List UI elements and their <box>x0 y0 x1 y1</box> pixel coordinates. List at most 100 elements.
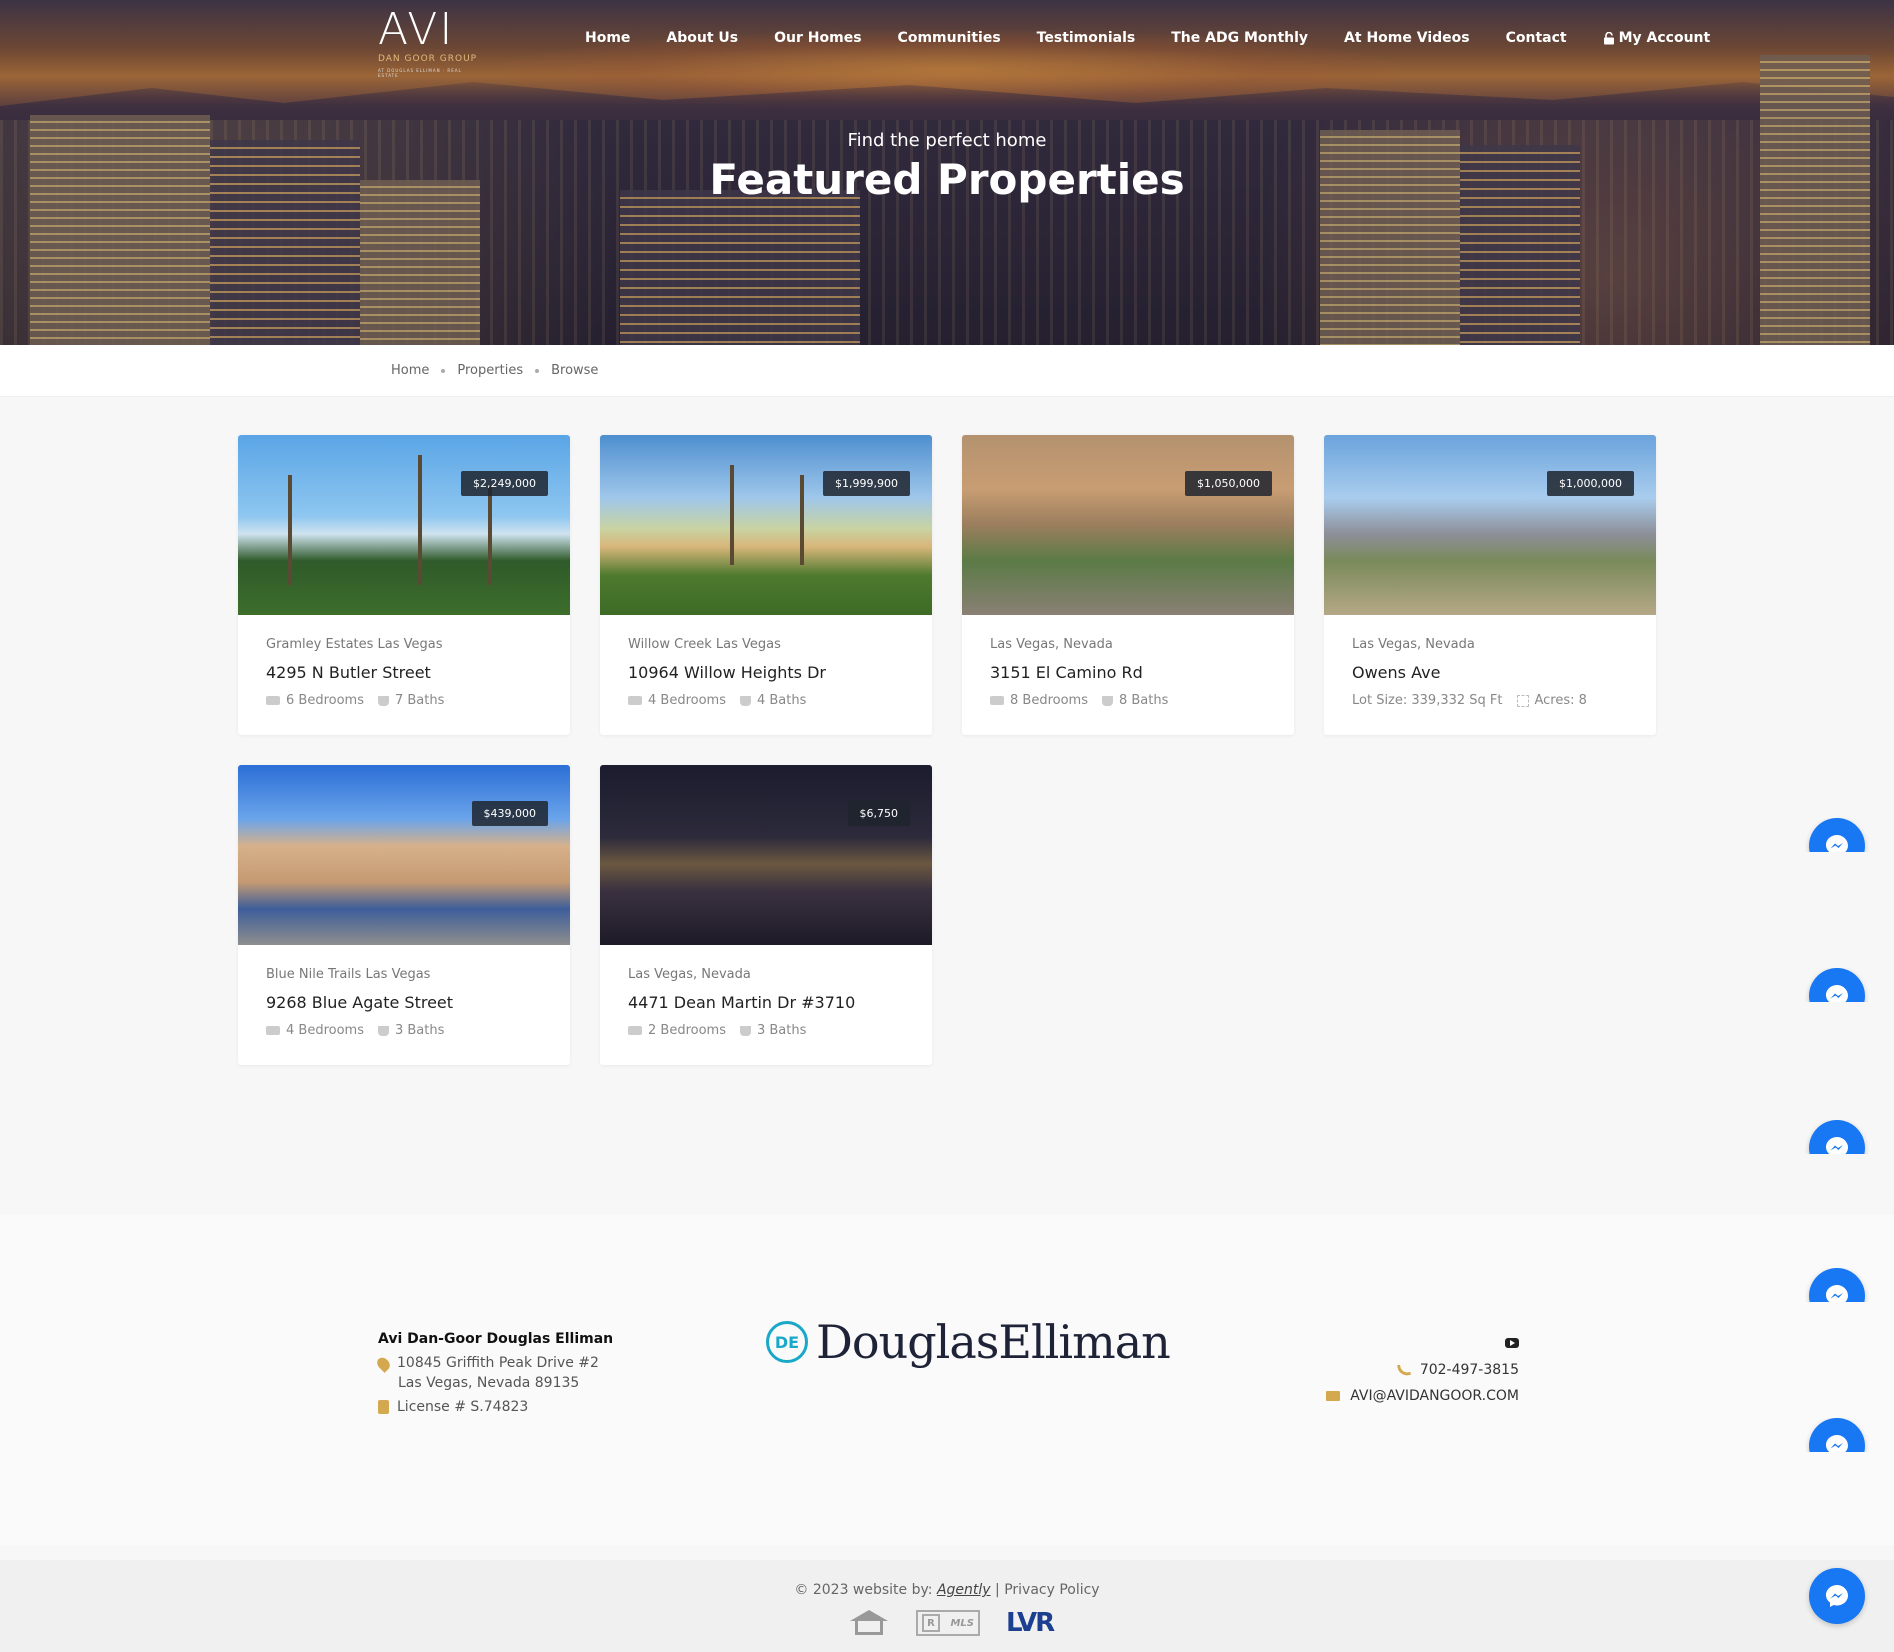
copyright: © 2023 website by: Agently | Privacy Pol… <box>0 1582 1894 1598</box>
property-card[interactable]: $439,000 Blue Nile Trails Las Vegas 9268… <box>238 765 570 1065</box>
property-photo[interactable] <box>962 435 1294 615</box>
price-badge: $1,050,000 <box>1185 471 1272 496</box>
logo-fineprint: AT DOUGLAS ELLIMAN · REAL ESTATE <box>378 68 462 78</box>
property-photo[interactable] <box>600 765 932 945</box>
property-area: Willow Creek Las Vegas <box>628 637 781 652</box>
contact-details: 702-497-3815 AVI@AVIDANGOOR.COM <box>1326 1333 1519 1404</box>
messenger-icon[interactable] <box>1809 1120 1865 1154</box>
property-address[interactable]: 3151 El Camino Rd <box>990 663 1143 682</box>
phone-link[interactable]: 702-497-3815 <box>1326 1362 1519 1378</box>
nav-my-account[interactable]: My Account <box>1603 30 1711 46</box>
messenger-icon[interactable] <box>1809 818 1865 852</box>
breadcrumb-properties[interactable]: Properties <box>457 363 523 378</box>
messenger-icon[interactable] <box>1809 968 1865 1002</box>
messenger-chat-widget[interactable] <box>1805 818 1869 852</box>
property-photo[interactable] <box>238 435 570 615</box>
copyright-separator: | <box>995 1582 1000 1598</box>
bath-icon <box>739 695 751 706</box>
license-number: License # S.74823 <box>397 1399 529 1415</box>
realtor-mark: R <box>922 1614 940 1632</box>
property-specs: 8 Bedrooms 8 Baths <box>990 693 1168 708</box>
privacy-policy-link[interactable]: Privacy Policy <box>1004 1582 1099 1598</box>
nav-home[interactable]: Home <box>585 30 630 46</box>
property-address[interactable]: Owens Ave <box>1352 663 1440 682</box>
messenger-chat-widget[interactable] <box>1805 1120 1869 1154</box>
youtube-icon[interactable] <box>1505 1338 1519 1348</box>
property-photo[interactable] <box>600 435 932 615</box>
property-address[interactable]: 4295 N Butler Street <box>266 663 431 682</box>
property-specs: 6 Bedrooms 7 Baths <box>266 693 444 708</box>
bedrooms-count: 4 Bedrooms <box>286 1023 364 1038</box>
messenger-icon <box>1826 1585 1848 1607</box>
nav-testimonials[interactable]: Testimonials <box>1037 30 1136 46</box>
email-link[interactable]: AVI@AVIDANGOOR.COM <box>1326 1388 1519 1404</box>
property-card[interactable]: $1,999,900 Willow Creek Las Vegas 10964 … <box>600 435 932 735</box>
bed-icon <box>628 1026 642 1035</box>
site-logo[interactable]: AVI DAN GOOR GROUP AT DOUGLAS ELLIMAN · … <box>378 8 478 80</box>
email-address: AVI@AVIDANGOOR.COM <box>1350 1388 1519 1404</box>
office-name: Avi Dan-Goor Douglas Elliman <box>378 1331 614 1347</box>
property-card[interactable]: $1,000,000 Las Vegas, Nevada Owens Ave L… <box>1324 435 1656 735</box>
address-line-2: Las Vegas, Nevada 89135 <box>398 1375 580 1391</box>
logo-mark: AVI <box>378 4 455 55</box>
messenger-chat-widget[interactable] <box>1805 1268 1869 1302</box>
property-card[interactable]: $6,750 Las Vegas, Nevada 4471 Dean Marti… <box>600 765 932 1065</box>
property-card[interactable]: $1,050,000 Las Vegas, Nevada 3151 El Cam… <box>962 435 1294 735</box>
brand-wordmark: DouglasElliman <box>816 1315 1171 1369</box>
office-address[interactable]: 10845 Griffith Peak Drive #2 <box>374 1355 613 1373</box>
property-area: Blue Nile Trails Las Vegas <box>266 967 431 982</box>
price-badge: $1,000,000 <box>1547 471 1634 496</box>
messenger-chat-button[interactable] <box>1809 1568 1865 1624</box>
price-badge: $1,999,900 <box>823 471 910 496</box>
palm-tree <box>488 485 492 585</box>
acres: Acres: 8 <box>1534 693 1587 708</box>
nav-communities[interactable]: Communities <box>898 30 1001 46</box>
messenger-chat-widget[interactable] <box>1805 1418 1869 1452</box>
license-icon <box>378 1400 389 1414</box>
bath-icon <box>377 695 389 706</box>
douglas-elliman-logo[interactable]: DE DouglasElliman <box>766 1315 1171 1369</box>
bed-icon <box>990 696 1004 705</box>
lot-icon <box>1516 694 1529 707</box>
nav-our-homes[interactable]: Our Homes <box>774 30 861 46</box>
lock-icon <box>1603 31 1614 44</box>
property-specs: 4 Bedrooms 4 Baths <box>628 693 806 708</box>
property-specs: 2 Bedrooms 3 Baths <box>628 1023 806 1038</box>
breadcrumb-home[interactable]: Home <box>391 363 429 378</box>
mls-icon: R MLS <box>916 1610 980 1636</box>
bath-icon <box>377 1025 389 1036</box>
price-badge: $439,000 <box>471 801 548 826</box>
property-address[interactable]: 9268 Blue Agate Street <box>266 993 453 1012</box>
bed-icon <box>266 1026 280 1035</box>
de-emblem: DE <box>766 1321 808 1363</box>
breadcrumb: Home Properties Browse <box>0 345 1894 397</box>
baths-count: 7 Baths <box>394 693 445 708</box>
bath-icon <box>739 1025 751 1036</box>
nav-contact[interactable]: Contact <box>1506 30 1567 46</box>
property-area: Las Vegas, Nevada <box>628 967 751 982</box>
baths-count: 4 Baths <box>756 693 807 708</box>
nav-about-us[interactable]: About Us <box>666 30 738 46</box>
my-account-label: My Account <box>1618 30 1711 46</box>
property-address[interactable]: 10964 Willow Heights Dr <box>628 663 826 682</box>
agency-link[interactable]: Agently <box>937 1582 991 1598</box>
property-card[interactable]: $2,249,000 Gramley Estates Las Vegas 429… <box>238 435 570 735</box>
property-area: Las Vegas, Nevada <box>990 637 1113 652</box>
messenger-chat-widget[interactable] <box>1805 968 1869 1002</box>
nav-adg-monthly[interactable]: The ADG Monthly <box>1171 30 1308 46</box>
baths-count: 3 Baths <box>394 1023 445 1038</box>
office-info: Avi Dan-Goor Douglas Elliman 10845 Griff… <box>374 1331 614 1415</box>
bedrooms-count: 4 Bedrooms <box>648 693 726 708</box>
hero-subtitle: Find the perfect home <box>847 130 1047 151</box>
lot-size: Lot Size: 339,332 Sq Ft <box>1352 693 1503 708</box>
messenger-icon[interactable] <box>1809 1268 1865 1302</box>
property-photo[interactable] <box>238 765 570 945</box>
baths-count: 8 Baths <box>1118 693 1169 708</box>
phone-number: 702-497-3815 <box>1419 1362 1519 1378</box>
property-specs: Lot Size: 339,332 Sq Ft Acres: 8 <box>1352 693 1587 708</box>
nav-at-home-videos[interactable]: At Home Videos <box>1344 30 1470 46</box>
palm-tree <box>730 465 734 565</box>
messenger-icon[interactable] <box>1809 1418 1865 1452</box>
property-address[interactable]: 4471 Dean Martin Dr #3710 <box>628 993 855 1012</box>
property-photo[interactable] <box>1324 435 1656 615</box>
